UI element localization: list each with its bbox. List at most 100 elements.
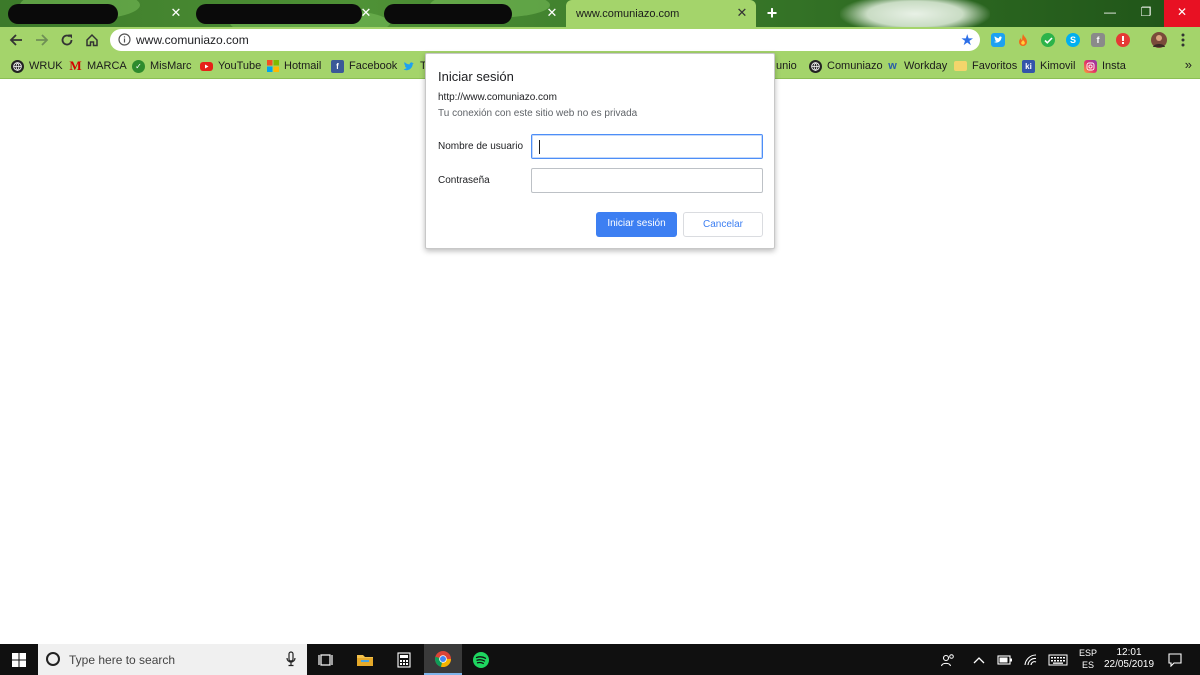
taskbar-calculator[interactable] <box>385 644 423 675</box>
address-bar[interactable]: www.comuniazo.com ★ <box>110 29 980 51</box>
microsoft-icon <box>266 60 279 73</box>
tab-title: www.comuniazo.com <box>576 7 680 20</box>
bookmark-label: MARCA <box>87 60 127 72</box>
bookmark-label: Kimovil <box>1040 60 1076 72</box>
taskbar-chrome[interactable] <box>424 644 462 675</box>
arrow-right-icon <box>36 34 49 46</box>
bookmark-wruk[interactable]: WRUK <box>11 59 63 73</box>
bookmark-insta[interactable]: Insta <box>1084 59 1126 73</box>
browser-toolbar: www.comuniazo.com ★ S f <box>0 27 1200 53</box>
microphone-icon[interactable] <box>286 651 296 667</box>
bookmark-label: Workday <box>904 60 948 72</box>
username-input[interactable] <box>531 134 763 159</box>
reload-button[interactable] <box>57 30 77 50</box>
password-label: Contraseña <box>438 175 490 186</box>
wifi-icon[interactable] <box>1019 644 1041 675</box>
profile-avatar[interactable] <box>1151 32 1167 48</box>
mismarc-icon: ✓ <box>132 59 145 73</box>
kimovil-icon: ki <box>1022 59 1035 73</box>
bookmark-marca[interactable]: M MARCA <box>69 58 127 73</box>
tray-overflow-chevron-up-icon[interactable] <box>968 644 990 675</box>
tab-redacted-2[interactable]: ✕ <box>192 0 380 27</box>
twitter-icon <box>402 60 415 73</box>
taskbar-spotify[interactable] <box>462 644 500 675</box>
youtube-icon <box>200 61 213 71</box>
marca-icon: M <box>69 58 82 73</box>
info-icon[interactable] <box>118 33 131 46</box>
bookmark-workday[interactable]: w Workday <box>886 59 947 73</box>
twitter-extension-icon[interactable] <box>991 33 1005 47</box>
task-view-button[interactable] <box>307 644 345 675</box>
skype-extension-icon[interactable]: S <box>1066 33 1080 47</box>
close-icon[interactable]: ✕ <box>358 5 374 21</box>
workday-icon: w <box>888 60 897 72</box>
bookmark-comuniazo[interactable]: Comuniazo <box>809 59 883 73</box>
connection-warning: Tu conexión con este sitio web no es pri… <box>438 108 638 119</box>
globe-icon <box>11 59 24 73</box>
start-button[interactable] <box>0 644 38 675</box>
keyboard-layout: ES <box>1081 660 1094 670</box>
new-tab-button[interactable]: + <box>762 3 782 23</box>
close-icon[interactable]: ✕ <box>544 5 560 21</box>
bookmark-favoritos[interactable]: Favoritos <box>954 59 1017 73</box>
search-placeholder: Type here to search <box>69 653 176 667</box>
battery-icon[interactable] <box>994 644 1016 675</box>
dialog-title: Iniciar sesión <box>438 69 514 84</box>
bookmarks-overflow-button[interactable]: » <box>1185 57 1192 72</box>
redacted-tab-title <box>196 3 362 24</box>
password-input[interactable] <box>531 168 763 193</box>
bookmark-label: MisMarc <box>150 60 192 72</box>
forward-button[interactable] <box>32 30 52 50</box>
check-extension-icon[interactable] <box>1041 33 1055 47</box>
cortana-icon <box>46 652 60 666</box>
bookmark-label: YouTube <box>218 60 262 72</box>
people-icon[interactable] <box>936 644 960 675</box>
text-caret <box>539 140 540 154</box>
bookmark-mismarc[interactable]: ✓ MisMarc <box>132 59 192 73</box>
notification-center-icon[interactable] <box>1162 644 1188 675</box>
taskbar-file-explorer[interactable] <box>346 644 384 675</box>
bookmark-label: Favoritos <box>972 60 1018 72</box>
bookmark-partial[interactable]: unio <box>776 59 797 73</box>
tab-redacted-1[interactable]: ✕ <box>2 0 190 27</box>
window-close-button[interactable]: ✕ <box>1164 0 1200 27</box>
taskbar-clock[interactable]: 12:01 22/05/2019 <box>1101 647 1157 671</box>
extension-with-badge-icon[interactable] <box>1116 33 1130 47</box>
home-button[interactable] <box>82 30 102 50</box>
language-indicator[interactable]: ESP ES <box>1078 647 1098 671</box>
sign-in-button[interactable]: Iniciar sesión <box>596 212 677 237</box>
bookmark-facebook[interactable]: f Facebook <box>331 59 397 73</box>
restore-button[interactable]: ❐ <box>1128 0 1164 27</box>
windows-taskbar: Type here to search ESP ES 12:01 22/05/2… <box>0 644 1200 675</box>
dialog-site-url: http://www.comuniazo.com <box>438 92 557 103</box>
cancel-button[interactable]: Cancelar <box>683 212 763 237</box>
bookmark-star-icon[interactable]: ★ <box>961 31 974 49</box>
minimize-button[interactable]: — <box>1092 0 1128 27</box>
redacted-tab-title <box>384 3 512 24</box>
menu-kebab-icon[interactable] <box>1176 32 1190 48</box>
back-button[interactable] <box>6 30 26 50</box>
username-label: Nombre de usuario <box>438 141 524 152</box>
fire-extension-icon[interactable] <box>1016 33 1030 47</box>
calculator-icon <box>397 651 411 668</box>
bookmark-label: Insta <box>1102 60 1126 72</box>
windows-logo-icon <box>12 652 26 667</box>
bookmark-hotmail[interactable]: Hotmail <box>266 59 321 73</box>
facebook-icon: f <box>331 59 344 73</box>
facebook-extension-icon[interactable]: f <box>1091 33 1105 47</box>
address-url[interactable]: www.comuniazo.com <box>136 33 249 47</box>
bookmark-twitter[interactable]: T <box>402 59 427 73</box>
close-icon[interactable]: ✕ <box>734 5 750 21</box>
tab-comuniazo[interactable]: www.comuniazo.com ✕ <box>566 0 756 27</box>
bookmark-youtube[interactable]: YouTube <box>200 59 261 73</box>
bookmark-kimovil[interactable]: ki Kimovil <box>1022 59 1075 73</box>
folder-icon <box>954 61 967 71</box>
taskbar-search-box[interactable]: Type here to search <box>38 644 307 675</box>
keyboard-icon[interactable] <box>1045 644 1071 675</box>
reload-icon <box>61 34 73 46</box>
clock-time: 12:01 <box>1116 647 1142 658</box>
bookmark-label: Hotmail <box>284 60 322 72</box>
tab-redacted-3[interactable]: ✕ <box>380 0 566 27</box>
close-icon[interactable]: ✕ <box>168 5 184 21</box>
spotify-icon <box>473 651 489 668</box>
